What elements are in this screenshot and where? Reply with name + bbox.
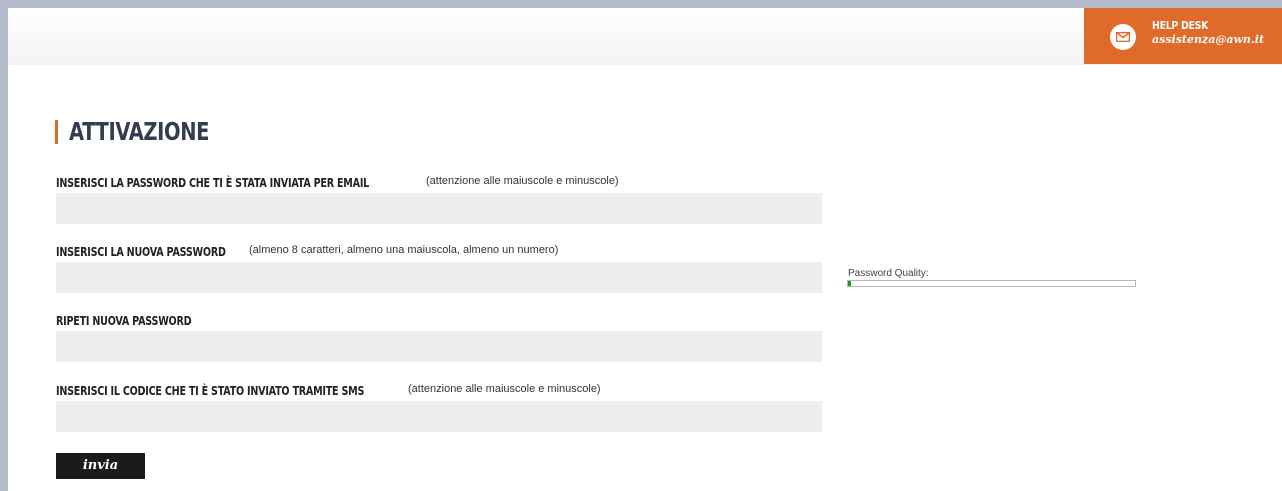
sms-code-input[interactable] xyxy=(56,401,822,432)
page-frame: HELP DESK assistenza@awn.it ATTIVAZIONE … xyxy=(8,8,1282,491)
title-accent-bar xyxy=(55,120,58,144)
page-title: ATTIVAZIONE xyxy=(69,117,210,146)
field-label-text: INSERISCI LA NUOVA PASSWORD xyxy=(56,245,226,259)
submit-button[interactable]: invia xyxy=(56,453,145,479)
field-label-text: INSERISCI IL CODICE CHE TI È STATO INVIA… xyxy=(56,384,365,398)
field-label-email-password: INSERISCI LA PASSWORD CHE TI È STATA INV… xyxy=(56,174,619,192)
repeat-password-input[interactable] xyxy=(56,331,822,362)
top-bar: HELP DESK assistenza@awn.it xyxy=(8,8,1282,65)
field-label-sms-code: INSERISCI IL CODICE CHE TI È STATO INVIA… xyxy=(56,382,601,400)
field-label-text: RIPETI NUOVA PASSWORD xyxy=(56,314,192,328)
field-label-new-password: INSERISCI LA NUOVA PASSWORD (almeno 8 ca… xyxy=(56,243,558,261)
new-password-input[interactable] xyxy=(56,262,822,293)
field-hint: (attenzione alle maiuscole e minuscole) xyxy=(426,175,619,187)
password-quality-bar xyxy=(847,280,1136,287)
password-quality-fill xyxy=(848,281,851,286)
field-label-text: INSERISCI LA PASSWORD CHE TI È STATA INV… xyxy=(56,176,370,190)
helpdesk-email[interactable]: assistenza@awn.it xyxy=(1152,33,1264,46)
field-label-repeat-password: RIPETI NUOVA PASSWORD xyxy=(56,312,225,330)
field-hint: (almeno 8 caratteri, almeno una maiuscol… xyxy=(249,244,559,256)
field-hint: (attenzione alle maiuscole e minuscole) xyxy=(408,383,601,395)
password-quality-label: Password Quality: xyxy=(848,268,929,279)
helpdesk-box[interactable]: HELP DESK assistenza@awn.it xyxy=(1084,8,1282,64)
mail-icon xyxy=(1110,24,1136,50)
helpdesk-title: HELP DESK xyxy=(1152,19,1209,32)
email-password-input[interactable] xyxy=(56,193,822,224)
